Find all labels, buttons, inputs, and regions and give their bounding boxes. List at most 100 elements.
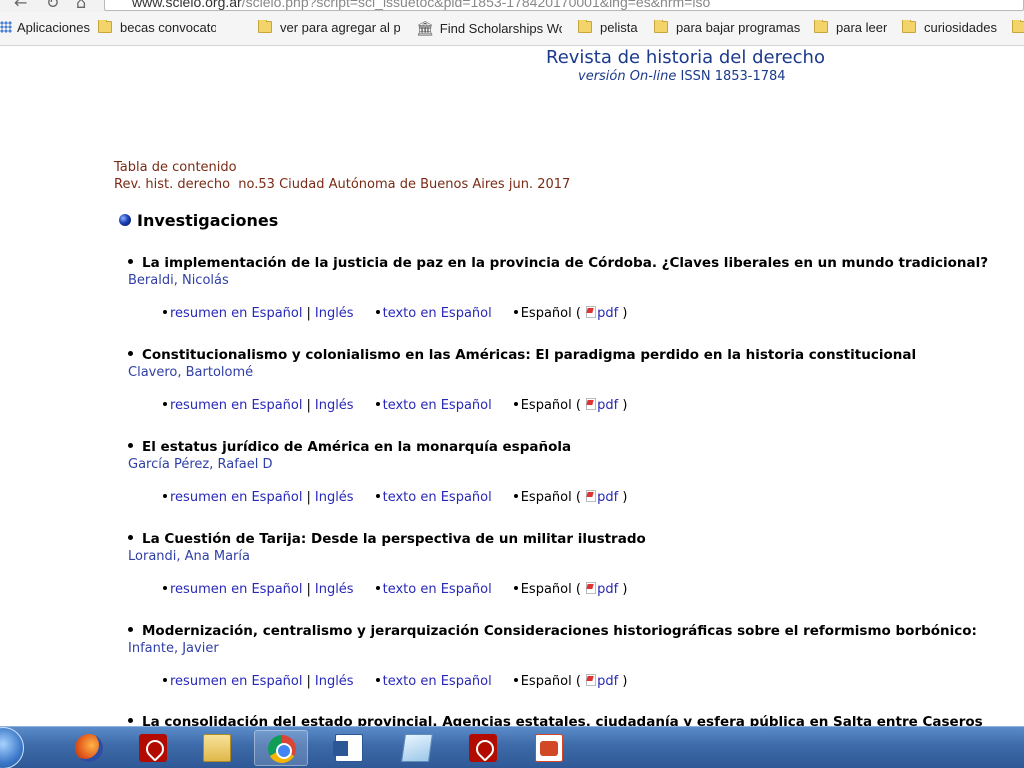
taskbar-word[interactable] bbox=[322, 730, 376, 766]
resumen-espanol-link[interactable]: resumen en Español bbox=[170, 306, 302, 321]
home-icon[interactable]: ⌂ bbox=[76, 0, 86, 12]
resumen-espanol-link[interactable]: resumen en Español bbox=[170, 674, 302, 689]
bookmark-becas[interactable]: becas convocatorias 2 bbox=[98, 20, 216, 38]
bullet-icon bbox=[375, 310, 380, 314]
bullet-icon bbox=[375, 586, 380, 590]
bookmark-find-scholarships[interactable]: 🏛 Find Scholarships Wo bbox=[416, 20, 562, 38]
bullet-icon bbox=[513, 310, 518, 314]
pdf-close-paren: ) bbox=[622, 490, 628, 505]
url-text[interactable]: www.scielo.org.ar/scielo.php?script=sci_… bbox=[132, 0, 710, 10]
folder-icon bbox=[258, 20, 272, 33]
folder-icon bbox=[814, 20, 828, 33]
taskbar bbox=[0, 726, 1024, 768]
resumen-ingles-link[interactable]: Inglés bbox=[315, 674, 354, 689]
bookmark-para-bajar-programas[interactable]: para bajar programas bbox=[654, 20, 800, 38]
article-title[interactable]: El estatus jurídico de América en la mon… bbox=[126, 439, 1024, 457]
acrobat-icon bbox=[469, 734, 497, 762]
taskbar-acrobat-2[interactable] bbox=[456, 730, 510, 766]
reload-icon[interactable]: ↻ bbox=[46, 0, 59, 12]
bookmark-para-leer[interactable]: para leer bbox=[814, 20, 887, 38]
notepad-icon bbox=[401, 734, 433, 762]
bullet-icon bbox=[128, 443, 133, 448]
resumen-ingles-link[interactable]: Inglés bbox=[315, 490, 354, 505]
link-separator: | bbox=[306, 490, 311, 505]
pdf-icon[interactable] bbox=[585, 306, 597, 318]
taskbar-file-explorer[interactable] bbox=[190, 730, 244, 766]
resumen-ingles-link[interactable]: Inglés bbox=[315, 582, 354, 597]
texto-espanol-link[interactable]: texto en Español bbox=[383, 398, 492, 413]
pdf-language-label: Español ( bbox=[520, 582, 581, 597]
pdf-link[interactable]: pdf bbox=[597, 674, 618, 689]
article-title[interactable]: Constitucionalismo y colonialismo en las… bbox=[126, 347, 1024, 365]
taskbar-notepad[interactable] bbox=[390, 730, 444, 766]
article-author[interactable]: Clavero, Bartolomé bbox=[128, 365, 1024, 383]
taskbar-chrome[interactable] bbox=[254, 730, 308, 766]
bookmark-pelista[interactable]: pelista bbox=[578, 20, 638, 38]
bullet-icon bbox=[163, 494, 167, 498]
bullet-icon bbox=[163, 402, 167, 406]
address-bar-area: ← ↻ ⌂ www.scielo.org.ar/scielo.php?scrip… bbox=[0, 0, 1024, 12]
bullet-icon bbox=[163, 586, 167, 590]
bullet-icon bbox=[128, 627, 133, 632]
article-title[interactable]: La Cuestión de Tarija: Desde la perspect… bbox=[126, 531, 1024, 549]
journal-issn: versión On-line ISSN 1853-1784 bbox=[578, 69, 786, 84]
article-title[interactable]: La implementación de la justicia de paz … bbox=[126, 255, 1024, 273]
powerpoint-icon bbox=[535, 734, 563, 762]
pdf-link[interactable]: pdf bbox=[597, 582, 618, 597]
pdf-language-label: Español ( bbox=[520, 398, 581, 413]
taskbar-powerpoint[interactable] bbox=[522, 730, 576, 766]
link-separator: | bbox=[306, 306, 311, 321]
page-content: Revista de historia del derecho versión … bbox=[0, 47, 1024, 726]
article-title[interactable]: Modernización, centralismo y jerarquizac… bbox=[126, 623, 1024, 641]
texto-espanol-link[interactable]: texto en Español bbox=[383, 490, 492, 505]
bullet-icon bbox=[375, 402, 380, 406]
article-title[interactable]: La consolidación del estado provincial. … bbox=[126, 714, 1024, 726]
article-author[interactable]: García Pérez, Rafael D bbox=[128, 457, 1024, 475]
taskbar-acrobat[interactable] bbox=[126, 730, 180, 766]
bullet-icon bbox=[513, 402, 518, 406]
resumen-espanol-link[interactable]: resumen en Español bbox=[170, 398, 302, 413]
article-links: resumen en Español | Inglés texto en Españo… bbox=[163, 398, 627, 413]
bookmark-ver-para-agregar[interactable]: ver para agregar al pr bbox=[258, 20, 400, 38]
acrobat-icon bbox=[139, 734, 167, 762]
pdf-icon[interactable] bbox=[585, 674, 597, 686]
bullet-icon bbox=[128, 718, 133, 723]
back-arrow-icon[interactable]: ← bbox=[14, 0, 27, 12]
resumen-espanol-link[interactable]: resumen en Español bbox=[170, 490, 302, 505]
pdf-close-paren: ) bbox=[622, 674, 628, 689]
pdf-close-paren: ) bbox=[622, 306, 628, 321]
bookmark-apps[interactable]: Aplicaciones bbox=[0, 20, 90, 38]
start-button[interactable] bbox=[0, 727, 24, 768]
word-icon bbox=[333, 734, 363, 762]
bookmark-curiosidades[interactable]: curiosidades bbox=[902, 20, 997, 38]
pdf-icon[interactable] bbox=[585, 398, 597, 410]
resumen-ingles-link[interactable]: Inglés bbox=[315, 398, 354, 413]
pdf-link[interactable]: pdf bbox=[597, 490, 618, 505]
taskbar-firefox[interactable] bbox=[62, 730, 116, 766]
chrome-icon bbox=[268, 735, 296, 763]
bookmarks-bar: Aplicaciones becas convocatorias 2 ver p… bbox=[0, 12, 1024, 46]
section-heading: Investigaciones bbox=[119, 211, 278, 230]
pdf-link[interactable]: pdf bbox=[597, 306, 618, 321]
bullet-icon bbox=[128, 259, 133, 264]
file-explorer-icon bbox=[203, 734, 231, 762]
bullet-icon bbox=[513, 586, 518, 590]
article-entry: Constitucionalismo y colonialismo en las… bbox=[126, 347, 1024, 413]
article-links: resumen en Español | Inglés texto en Españo… bbox=[163, 674, 627, 689]
folder-icon bbox=[578, 20, 592, 33]
link-separator: | bbox=[306, 674, 311, 689]
pdf-icon[interactable] bbox=[585, 582, 597, 594]
article-author[interactable]: Infante, Javier bbox=[128, 641, 1024, 659]
texto-espanol-link[interactable]: texto en Español bbox=[383, 674, 492, 689]
resumen-espanol-link[interactable]: resumen en Español bbox=[170, 582, 302, 597]
pdf-link[interactable]: pdf bbox=[597, 398, 618, 413]
texto-espanol-link[interactable]: texto en Español bbox=[383, 306, 492, 321]
article-author[interactable]: Lorandi, Ana María bbox=[128, 549, 1024, 567]
pdf-language-label: Español ( bbox=[520, 306, 581, 321]
bookmark-overflow[interactable] bbox=[1012, 20, 1024, 38]
pdf-icon[interactable] bbox=[585, 490, 597, 502]
resumen-ingles-link[interactable]: Inglés bbox=[315, 306, 354, 321]
issue-line: Rev. hist. derecho no.53 Ciudad Autónoma… bbox=[114, 177, 571, 192]
texto-espanol-link[interactable]: texto en Español bbox=[383, 582, 492, 597]
article-author[interactable]: Beraldi, Nicolás bbox=[128, 273, 1024, 291]
